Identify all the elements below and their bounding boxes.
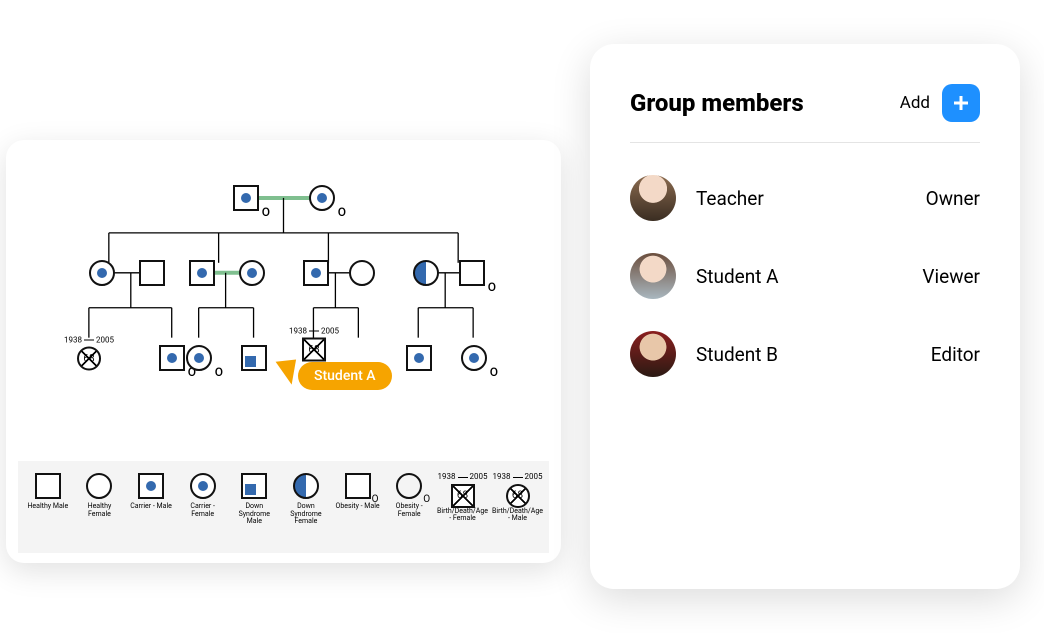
- member-role: Viewer: [922, 265, 980, 288]
- died-year: 2005: [321, 327, 339, 336]
- born-year: 1938: [64, 336, 82, 345]
- legend-item[interactable]: Down Syndrome Male: [231, 473, 279, 526]
- legend-item[interactable]: 19382005 68 Birth/Death/Age - Male: [492, 473, 543, 523]
- pedigree-node[interactable]: O: [159, 345, 185, 371]
- legend-item[interactable]: OObesity - Female: [385, 473, 433, 518]
- born-year: 1938: [289, 327, 307, 336]
- legend-bar: Healthy Male Healthy Female Carrier - Ma…: [18, 461, 549, 553]
- panel-title: Group members: [630, 89, 900, 117]
- legend-label: Carrier - Male: [130, 502, 172, 510]
- legend-label: Healthy Male: [27, 502, 68, 510]
- died-year: 2005: [96, 336, 114, 345]
- add-member-button[interactable]: [942, 84, 980, 122]
- pedigree-node-birthdeath[interactable]: 1938 2005 68: [64, 336, 114, 371]
- divider: [630, 142, 980, 143]
- legend-item[interactable]: 19382005 68 Birth/Death/Age - Female: [437, 473, 488, 523]
- legend-label: Down Syndrome Male: [239, 502, 270, 525]
- pedigree-diagram-card: O O O 1938 2005 68 O O 1938 2005 68 O Stud…: [6, 140, 561, 563]
- legend-item[interactable]: Carrier - Male: [127, 473, 175, 511]
- pedigree-node[interactable]: O: [309, 185, 335, 211]
- cursor-label: Student A: [298, 362, 392, 390]
- pedigree-node[interactable]: O: [461, 345, 487, 371]
- member-row[interactable]: Teacher Owner: [630, 159, 980, 237]
- pedigree-node[interactable]: [239, 260, 265, 286]
- member-row[interactable]: Student B Editor: [630, 315, 980, 393]
- pedigree-node[interactable]: O: [186, 345, 212, 371]
- legend-label: Down Syndrome Female: [290, 502, 321, 525]
- pedigree-node[interactable]: [139, 260, 165, 286]
- member-role: Owner: [926, 187, 980, 210]
- pedigree-node[interactable]: [349, 260, 375, 286]
- collaborator-cursor: Student A: [282, 346, 392, 390]
- age-value: 68: [83, 353, 94, 364]
- avatar: [630, 253, 676, 299]
- legend-item[interactable]: OObesity - Male: [334, 473, 382, 511]
- member-row[interactable]: Student A Viewer: [630, 237, 980, 315]
- avatar: [630, 175, 676, 221]
- legend-item[interactable]: Healthy Female: [76, 473, 124, 518]
- avatar: [630, 331, 676, 377]
- member-role: Editor: [931, 343, 980, 366]
- member-name: Student A: [696, 265, 922, 288]
- pedigree-tree: O O O 1938 2005 68 O O 1938 2005 68 O Stud…: [24, 168, 543, 428]
- pedigree-node[interactable]: [189, 260, 215, 286]
- pedigree-node[interactable]: [413, 260, 439, 286]
- member-name: Teacher: [696, 187, 926, 210]
- pedigree-node[interactable]: O: [459, 260, 485, 286]
- pedigree-node[interactable]: O: [233, 185, 259, 211]
- legend-label: Carrier - Female: [190, 502, 215, 518]
- pedigree-node[interactable]: [303, 260, 329, 286]
- legend-item[interactable]: Carrier - Female: [179, 473, 227, 518]
- legend-label: Birth/Death/Age - Male: [492, 507, 543, 523]
- legend-label: Obesity - Female: [396, 502, 423, 518]
- pedigree-node[interactable]: [89, 260, 115, 286]
- pedigree-node[interactable]: [241, 345, 267, 371]
- add-label: Add: [900, 93, 930, 113]
- group-members-panel: Group members Add Teacher Owner Student …: [590, 44, 1020, 589]
- legend-label: Birth/Death/Age - Female: [437, 507, 488, 523]
- pedigree-node[interactable]: [406, 345, 432, 371]
- plus-icon: [951, 93, 971, 113]
- legend-item[interactable]: Down Syndrome Female: [282, 473, 330, 526]
- legend-label: Healthy Female: [88, 502, 112, 518]
- legend-item[interactable]: Healthy Male: [24, 473, 72, 511]
- member-name: Student B: [696, 343, 931, 366]
